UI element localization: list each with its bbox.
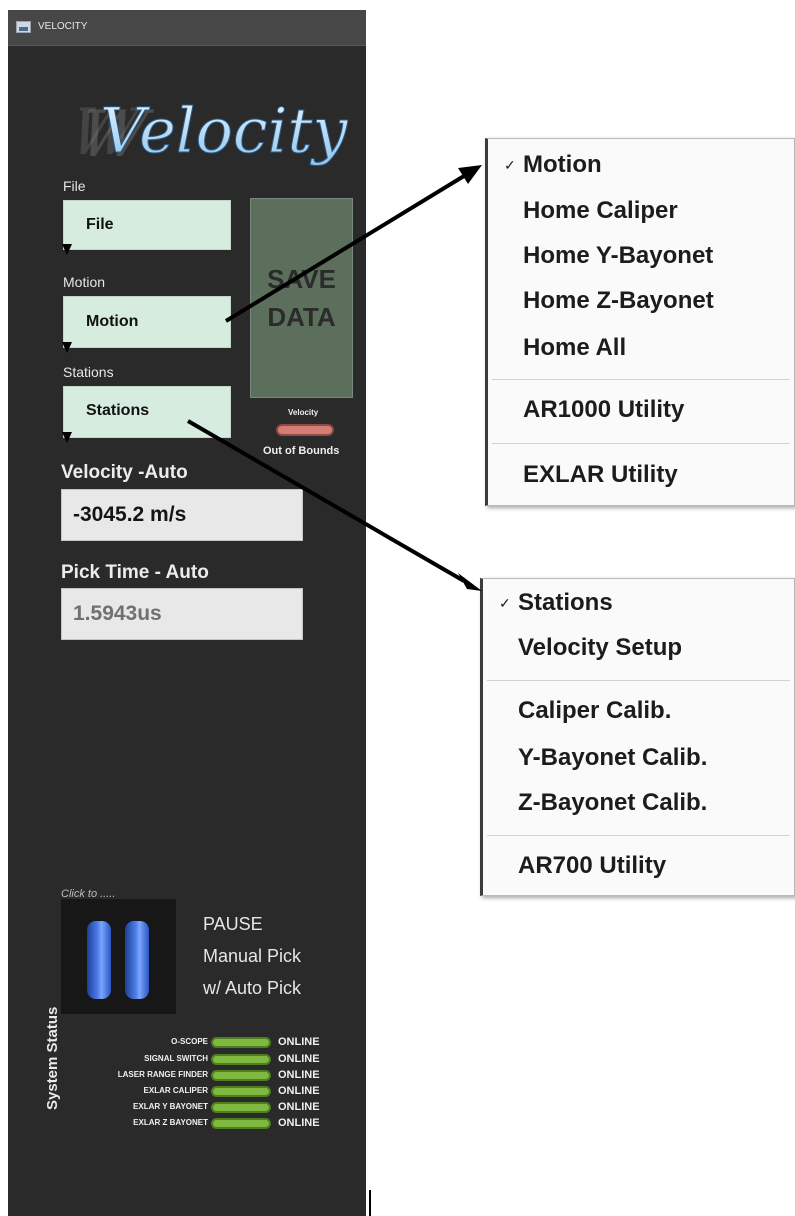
oob-indicator-text: Out of Bounds [263,445,340,457]
status-row: EXLAR CALIPER ONLINE [68,1084,328,1100]
status-row: SIGNAL SWITCH ONLINE [68,1052,328,1068]
logo-text: Velocity [100,94,348,167]
status-value: ONLINE [278,1101,320,1113]
status-device-name: EXLAR CALIPER [143,1086,208,1095]
save-data-button[interactable]: SAVE DATA [250,198,353,398]
divider [369,1190,371,1216]
app-window: VELOCITY W W Velocity File File Motion M… [8,10,366,1216]
status-led [211,1054,271,1065]
velocity-logo: W W Velocity [80,94,349,172]
arrow-head-icon [458,573,482,591]
save-data-line1: SAVE [267,264,336,294]
file-button[interactable]: File [62,200,231,255]
menu-item-velocity-setup[interactable]: Velocity Setup [483,634,794,668]
pick-time-readout: 1.5943us [61,588,303,640]
status-row: O-SCOPE ONLINE [68,1035,328,1051]
stations-label: Stations [63,364,114,380]
arrow-head-icon [458,165,482,184]
pause-icon [125,921,149,999]
app-icon [16,21,31,33]
status-led [211,1118,271,1129]
status-led [211,1086,271,1097]
status-led [211,1070,271,1081]
status-row: EXLAR Z BAYONET ONLINE [68,1116,328,1132]
pause-label: PAUSE [203,914,263,934]
status-value: ONLINE [278,1036,320,1048]
dropdown-arrow-icon [62,244,72,255]
window-title: VELOCITY [38,21,88,32]
file-label: File [63,178,86,194]
motion-dropdown-menu: ✓ Motion Home Caliper Home Y-Bayonet Hom… [485,138,795,506]
pick-time-heading: Pick Time - Auto [61,562,209,583]
menu-item-ar1000-utility[interactable]: AR1000 Utility [488,396,794,430]
menu-separator [487,680,790,681]
menu-item-z-bayonet-calib[interactable]: Z-Bayonet Calib. [483,789,794,823]
menu-item-motion[interactable]: ✓ Motion [488,151,794,185]
pause-button[interactable] [61,899,176,1014]
status-device-name: SIGNAL SWITCH [144,1054,208,1063]
stations-button-label: Stations [86,402,150,419]
status-row: EXLAR Y BAYONET ONLINE [68,1100,328,1116]
menu-item-home-y-bayonet[interactable]: Home Y-Bayonet [488,242,794,276]
menu-separator [492,379,790,380]
status-led [211,1037,271,1048]
velocity-heading: Velocity -Auto [61,462,188,483]
checkmark-icon: ✓ [499,595,511,611]
menu-item-home-z-bayonet[interactable]: Home Z-Bayonet [488,287,794,321]
pause-icon [87,921,111,999]
dropdown-arrow-icon [62,342,72,353]
manual-pick-label: Manual Pick [203,946,302,966]
status-value: ONLINE [278,1117,320,1129]
oob-indicator-title: Velocity [288,408,319,417]
velocity-value: -3045.2 m/s [73,503,187,526]
motion-button-label: Motion [86,313,139,330]
status-device-name: EXLAR Y BAYONET [133,1102,208,1111]
menu-item-stations[interactable]: ✓ Stations [483,589,794,623]
menu-item-caliper-calib[interactable]: Caliper Calib. [483,697,794,731]
menu-separator [487,835,790,836]
stations-dropdown-menu: ✓ Stations Velocity Setup Caliper Calib.… [480,578,795,896]
motion-label: Motion [63,274,106,290]
system-status-title: System Status [44,1006,61,1110]
checkmark-icon: ✓ [504,157,516,173]
out-of-bounds-led [276,424,334,436]
menu-item-home-caliper[interactable]: Home Caliper [488,197,794,231]
motion-button[interactable]: Motion [62,296,231,353]
dropdown-arrow-icon [62,432,72,443]
auto-pick-label: w/ Auto Pick [203,978,302,998]
menu-item-home-all[interactable]: Home All [488,334,794,368]
menu-item-exlar-utility[interactable]: EXLAR Utility [488,461,794,495]
status-device-name: LASER RANGE FINDER [117,1070,208,1079]
title-bar: VELOCITY [8,10,366,46]
status-value: ONLINE [278,1085,320,1097]
menu-item-ar700-utility[interactable]: AR700 Utility [483,852,794,886]
save-data-line2: DATA [267,302,336,332]
stations-button[interactable]: Stations [62,386,231,443]
status-value: ONLINE [278,1069,320,1081]
menu-item-y-bayonet-calib[interactable]: Y-Bayonet Calib. [483,744,794,778]
status-led [211,1102,271,1113]
velocity-readout: -3045.2 m/s [61,489,303,541]
pick-time-value: 1.5943us [73,602,162,625]
status-device-name: EXLAR Z BAYONET [133,1118,208,1127]
status-value: ONLINE [278,1053,320,1065]
menu-separator [492,443,790,444]
file-button-label: File [86,216,114,233]
status-row: LASER RANGE FINDER ONLINE [68,1068,328,1084]
status-device-name: O-SCOPE [171,1037,208,1046]
